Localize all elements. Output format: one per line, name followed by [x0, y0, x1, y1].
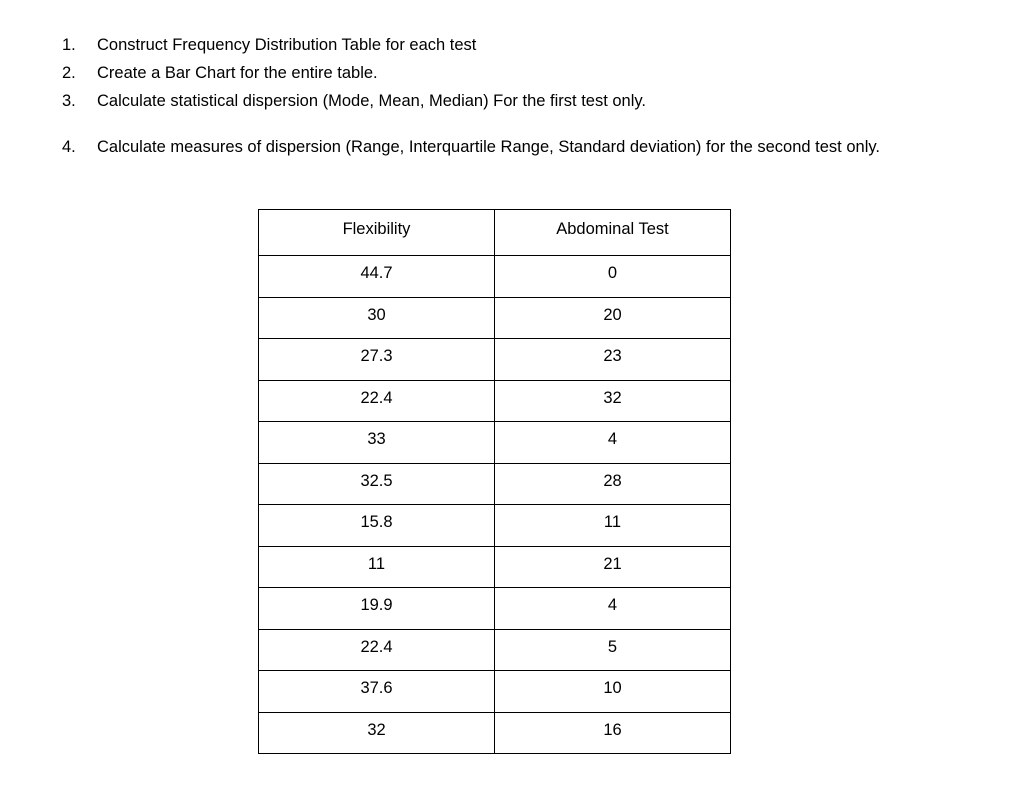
table-cell: 15.8: [258, 504, 495, 547]
column-header: Abdominal Test: [494, 209, 731, 256]
table-cell: 44.7: [258, 255, 495, 298]
table-row: 33 4: [258, 421, 731, 464]
table-row: 30 20: [258, 296, 731, 339]
table-cell: 30: [258, 296, 495, 339]
instruction-number: 4.: [62, 138, 76, 156]
table-cell: 23: [494, 338, 731, 381]
table-row: 37.6 10: [258, 670, 731, 713]
instruction-item: 1. Construct Frequency Distribution Table…: [62, 31, 982, 59]
fitness-test-data-table: Flexibility Abdominal Test 44.7 0 30 20 27.3 2…: [258, 209, 731, 754]
table-row: 44.7 0: [258, 255, 731, 298]
column-header: Flexibility: [258, 209, 495, 256]
table-row: 15.8 11: [258, 504, 731, 547]
table-row: 22.4 32: [258, 379, 731, 422]
table-cell: 32.5: [258, 462, 495, 505]
table-cell: 22.4: [258, 379, 495, 422]
instruction-text: Create a Bar Chart for the entire table.: [97, 64, 378, 82]
table-cell: 11: [494, 504, 731, 547]
table-row: 19.9 4: [258, 587, 731, 630]
instruction-text: Calculate measures of dispersion (Range,…: [97, 138, 880, 156]
table-cell: 22.4: [258, 628, 495, 671]
table-cell: 32: [494, 379, 731, 422]
table-cell: 4: [494, 587, 731, 630]
data-table-container: Flexibility Abdominal Test 44.7 0 30 20 27.3 2…: [258, 209, 731, 754]
table-cell: 19.9: [258, 587, 495, 630]
table-body: 44.7 0 30 20 27.3 23 22.4 32 33 4 32.5 28 15.8 11 11 21…: [258, 255, 731, 754]
table-cell: 11: [258, 545, 495, 588]
table-cell: 0: [494, 255, 731, 298]
table-cell: 27.3: [258, 338, 495, 381]
instruction-list: 1. Construct Frequency Distribution Table…: [62, 31, 982, 161]
table-cell: 33: [258, 421, 495, 464]
table-cell: 28: [494, 462, 731, 505]
table-row: 27.3 23: [258, 338, 731, 381]
table-cell: 37.6: [258, 670, 495, 713]
table-cell: 10: [494, 670, 731, 713]
table-row: 32 16: [258, 711, 731, 754]
table-head: Flexibility Abdominal Test: [258, 209, 731, 256]
table-cell: 32: [258, 711, 495, 754]
instruction-number: 1.: [62, 36, 76, 54]
table-row: 32.5 28: [258, 462, 731, 505]
instruction-item: 4. Calculate measures of dispersion (Rang…: [62, 133, 982, 161]
table-cell: 5: [494, 628, 731, 671]
table-row: 22.4 5: [258, 628, 731, 671]
instruction-text: Construct Frequency Distribution Table f…: [97, 36, 477, 54]
table-cell: 21: [494, 545, 731, 588]
table-cell: 20: [494, 296, 731, 339]
instruction-text: Calculate statistical dispersion (Mode, …: [97, 92, 647, 110]
instruction-number: 2.: [62, 64, 76, 82]
instruction-item: 2. Create a Bar Chart for the entire tabl…: [62, 59, 982, 87]
table-cell: 16: [494, 711, 731, 754]
instruction-number: 3.: [62, 92, 76, 110]
instruction-item: 3. Calculate statistical dispersion (Mode…: [62, 87, 982, 115]
table-row: 11 21: [258, 545, 731, 588]
table-cell: 4: [494, 421, 731, 464]
table-header-row: Flexibility Abdominal Test: [258, 209, 731, 256]
